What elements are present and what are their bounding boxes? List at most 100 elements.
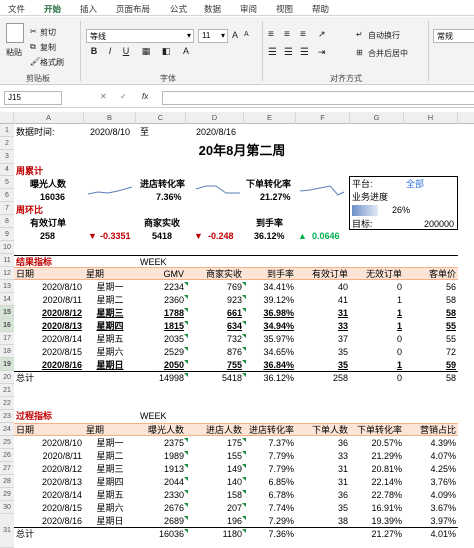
row-header[interactable]: 22: [0, 397, 14, 410]
row-header[interactable]: 2: [0, 137, 14, 150]
tab-page-layout[interactable]: 页面布局: [116, 3, 150, 15]
font-grow-button[interactable]: A: [232, 30, 238, 40]
row-header[interactable]: 19: [0, 358, 14, 371]
paste-button[interactable]: 粘贴: [6, 47, 22, 58]
row-header[interactable]: 29: [0, 488, 14, 501]
border-icon[interactable]: ▦: [140, 46, 152, 57]
fx-button[interactable]: fx: [142, 92, 148, 101]
col-header-e[interactable]: E: [244, 112, 296, 124]
align-middle-icon[interactable]: ≡: [284, 29, 290, 40]
row-header[interactable]: 10: [0, 241, 14, 254]
italic-button[interactable]: I: [104, 46, 116, 56]
format-painter-icon[interactable]: 🖌: [30, 57, 40, 66]
number-format-select[interactable]: 常规: [433, 29, 474, 43]
col-header-h[interactable]: H: [404, 112, 458, 124]
col-header-f[interactable]: F: [296, 112, 350, 124]
cut-button[interactable]: 剪切: [40, 27, 56, 38]
col-header-b[interactable]: B: [84, 112, 136, 124]
font-shrink-button[interactable]: A: [244, 31, 249, 38]
copy-button[interactable]: 复制: [40, 42, 56, 53]
row-header[interactable]: 3: [0, 150, 14, 164]
confirm-icon[interactable]: ✓: [120, 92, 127, 101]
align-right-icon[interactable]: ☰: [300, 47, 309, 58]
tab-view[interactable]: 视图: [276, 3, 293, 15]
chevron-down-icon: ▾: [186, 31, 191, 40]
tab-file[interactable]: 文件: [8, 3, 25, 15]
indent-icon[interactable]: ⇥: [318, 47, 326, 58]
fill-color-icon[interactable]: ◧: [160, 46, 172, 57]
paste-icon[interactable]: [6, 23, 24, 43]
platform-select[interactable]: 全部: [406, 178, 424, 190]
align-top-icon[interactable]: ≡: [268, 29, 274, 40]
align-center-icon[interactable]: ☰: [284, 47, 293, 58]
date-label: 数据时间:: [16, 127, 55, 137]
order-rate-sparkline: [299, 185, 345, 196]
underline-button[interactable]: U: [120, 46, 132, 56]
row-header[interactable]: 30: [0, 501, 14, 514]
font-size-select[interactable]: 11 ▾: [198, 29, 228, 43]
target-label: 目标:: [352, 219, 373, 229]
tab-insert[interactable]: 插入: [80, 3, 97, 15]
col-header-c[interactable]: C: [136, 112, 186, 124]
tab-data[interactable]: 数据: [204, 3, 221, 15]
ribbon: 粘贴 ✂ 剪切 ⧉ 复制 🖌 格式刷 剪贴板 等线 ▾ 11 ▾ A A B I U…: [0, 17, 474, 85]
row-header[interactable]: 28: [0, 475, 14, 488]
col-header-g[interactable]: G: [350, 112, 404, 124]
row-header[interactable]: 6: [0, 189, 14, 202]
row-header[interactable]: 31: [0, 514, 14, 548]
table-cell: 33: [337, 321, 348, 331]
row-header[interactable]: 25: [0, 436, 14, 449]
cut-icon[interactable]: ✂: [30, 27, 37, 36]
row-header[interactable]: 1: [0, 124, 14, 137]
table-cell: 34.94%: [263, 321, 294, 331]
font-name-select[interactable]: 等线 ▾: [86, 29, 194, 43]
row-header[interactable]: 16: [0, 319, 14, 332]
row-header[interactable]: 11: [0, 254, 14, 267]
col-header-a[interactable]: A: [14, 112, 84, 124]
row-header[interactable]: 15: [0, 306, 14, 319]
column-header: 曝光人数: [147, 425, 184, 435]
row-header[interactable]: 5: [0, 176, 14, 189]
merge-center-button[interactable]: 合并后居中: [368, 48, 408, 59]
row-header[interactable]: 20: [0, 371, 14, 384]
exposure-sparkline: [87, 186, 133, 195]
row-header[interactable]: 13: [0, 280, 14, 293]
row-header[interactable]: 8: [0, 215, 14, 228]
row-header[interactable]: 27: [0, 462, 14, 475]
tab-review[interactable]: 审阅: [240, 3, 257, 15]
row-header[interactable]: 18: [0, 345, 14, 358]
name-box[interactable]: J15: [4, 91, 62, 105]
cancel-icon[interactable]: ✕: [100, 92, 107, 101]
formula-input[interactable]: [162, 91, 474, 105]
bold-button[interactable]: B: [88, 46, 100, 56]
wrap-text-button[interactable]: 自动换行: [368, 30, 400, 41]
row-header[interactable]: 14: [0, 293, 14, 306]
font-color-icon[interactable]: A: [180, 46, 192, 56]
font-group-label: 字体: [160, 74, 176, 83]
divider: [428, 21, 429, 81]
row-header[interactable]: 24: [0, 423, 14, 436]
merge-center-icon[interactable]: ⊞: [356, 48, 363, 57]
row-header[interactable]: 23: [0, 410, 14, 423]
row-header[interactable]: 26: [0, 449, 14, 462]
tab-home[interactable]: 开始: [44, 3, 62, 19]
copy-icon[interactable]: ⧉: [30, 42, 36, 52]
row-header[interactable]: 9: [0, 228, 14, 241]
align-left-icon[interactable]: ☰: [268, 47, 277, 58]
col-header-d[interactable]: D: [186, 112, 244, 124]
align-bottom-icon[interactable]: ≡: [300, 29, 306, 40]
row-header[interactable]: 12: [0, 267, 14, 280]
tab-formulas[interactable]: 公式: [170, 3, 187, 15]
row-header[interactable]: 7: [0, 202, 14, 215]
select-all-corner[interactable]: [0, 112, 14, 124]
format-painter-button[interactable]: 格式刷: [40, 57, 64, 68]
tab-help[interactable]: 帮助: [312, 3, 329, 15]
orientation-icon[interactable]: ↗: [318, 29, 326, 40]
row-header[interactable]: 17: [0, 332, 14, 345]
arrival-label: 到手率: [256, 218, 284, 228]
table-cell: 35: [337, 347, 348, 357]
wrap-text-icon[interactable]: ↵: [356, 30, 363, 39]
row-header[interactable]: 21: [0, 384, 14, 397]
table-cell: 38: [337, 516, 348, 526]
row-header[interactable]: 4: [0, 164, 14, 176]
